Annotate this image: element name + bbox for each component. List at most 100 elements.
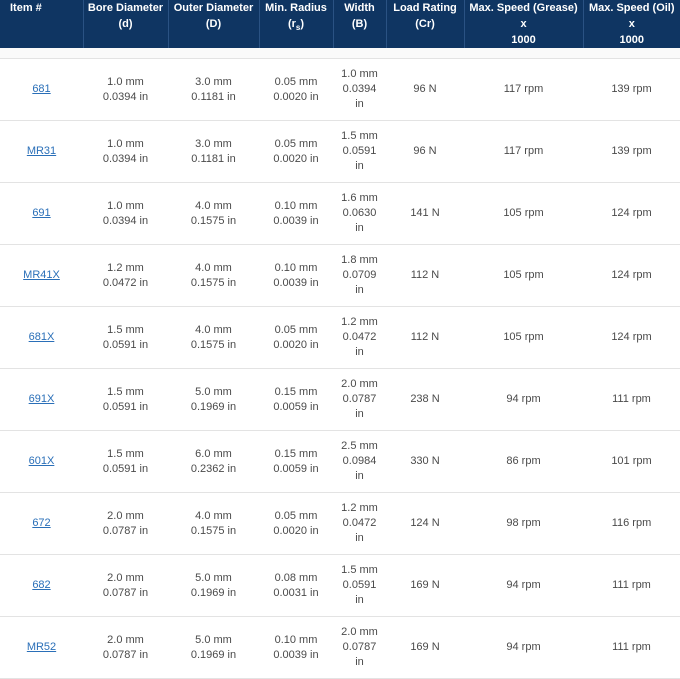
cell-max-speed-oil: 116 rpm [583, 492, 680, 555]
width-mm: 2.0 mm [341, 378, 378, 390]
oil-speed: 116 rpm [611, 517, 652, 529]
header-max-speed-oil[interactable]: Max. Speed (Oil) x 1000 [583, 0, 680, 48]
header-load-label: Load Rating [393, 2, 457, 14]
load-value: 96 N [413, 145, 437, 157]
cell-outer-diameter: 3.0 mm 0.1181 in [168, 120, 259, 183]
cell-item: 682 [0, 554, 83, 617]
outer-mm: 4.0 mm [195, 199, 232, 212]
load-value: 238 N [410, 393, 440, 405]
load-value: 330 N [410, 455, 440, 467]
item-link[interactable]: 601X [29, 455, 55, 467]
load-value: 112 N [410, 269, 440, 281]
item-link[interactable]: 691X [29, 393, 55, 405]
bore-mm: 1.0 mm [107, 137, 144, 150]
cell-width: 2.0 mm 0.0787 in [333, 368, 386, 431]
cell-min-radius: 0.10 mm 0.0039 in [259, 182, 333, 245]
width-mm: 1.2 mm [341, 316, 378, 328]
header-bore-diameter[interactable]: Bore Diameter (d) [83, 0, 169, 48]
cell-width: 1.6 mm 0.0630 in [333, 182, 386, 245]
cell-width: 1.0 mm 0.0394 in [333, 58, 386, 121]
width-in: 0.0630 [342, 207, 377, 219]
cell-item: 691X [0, 368, 83, 431]
radius-in: 0.0039 in [273, 214, 319, 227]
cell-max-speed-grease: 94 rpm [464, 554, 583, 617]
header-radius-label: Min. Radius [265, 2, 327, 14]
radius-in: 0.0039 in [273, 276, 319, 289]
cell-max-speed-grease: 94 rpm [464, 368, 583, 431]
header-max-speed-grease[interactable]: Max. Speed (Grease) x 1000 [464, 0, 584, 48]
outer-in: 0.1181 in [191, 90, 236, 103]
outer-mm: 4.0 mm [195, 509, 232, 522]
load-value: 112 N [410, 331, 440, 343]
grease-speed: 94 rpm [506, 641, 541, 653]
table-row: 601X 1.5 mm 0.0591 in 6.0 mm 0.2362 in 0.15 m… [0, 430, 680, 493]
radius-mm: 0.05 mm [274, 137, 318, 150]
cell-min-radius: 0.15 mm 0.0059 in [259, 430, 333, 493]
width-in: 0.0472 [342, 517, 377, 529]
width-in: 0.0984 [342, 455, 377, 467]
bore-mm: 1.5 mm [107, 447, 144, 460]
cell-max-speed-oil: 111 rpm [583, 368, 680, 431]
item-link[interactable]: MR31 [27, 145, 56, 157]
width-in: 0.0787 [342, 393, 377, 405]
cell-item: MR41X [0, 244, 83, 307]
radius-in: 0.0059 in [273, 400, 319, 413]
cell-width: 1.5 mm 0.0591 in [333, 554, 386, 617]
cell-outer-diameter: 4.0 mm 0.1575 in [168, 306, 259, 369]
radius-mm: 0.10 mm [274, 261, 318, 274]
bore-in: 0.0591 in [102, 400, 149, 413]
item-link[interactable]: MR41X [23, 269, 60, 281]
bore-in: 0.0591 in [102, 338, 149, 351]
bore-mm: 1.5 mm [107, 385, 144, 398]
header-min-radius[interactable]: Min. Radius (rs) [259, 0, 334, 48]
width-mm: 2.5 mm [341, 440, 378, 452]
header-width-label: Width (B) [344, 2, 375, 30]
cell-bore-diameter: 2.0 mm 0.0787 in [83, 616, 168, 679]
load-value: 141 N [410, 207, 440, 219]
cell-width: 1.2 mm 0.0472 in [333, 306, 386, 369]
item-link[interactable]: 681 [32, 83, 50, 95]
cell-load-rating: 169 N [386, 616, 464, 679]
bore-in: 0.0394 in [102, 90, 149, 103]
cell-load-rating: 238 N [386, 368, 464, 431]
cell-outer-diameter: 4.0 mm 0.1575 in [168, 182, 259, 245]
outer-in: 0.1575 in [190, 338, 237, 351]
header-bore-label: Bore Diameter [87, 2, 164, 14]
item-link[interactable]: 691 [32, 207, 50, 219]
oil-speed: 111 rpm [612, 579, 651, 591]
load-value: 96 N [413, 83, 437, 95]
cell-max-speed-grease: 117 rpm [464, 58, 583, 121]
outer-mm: 5.0 mm [195, 633, 232, 646]
grease-speed: 94 rpm [506, 579, 541, 591]
radius-in: 0.0059 in [273, 462, 319, 475]
outer-mm: 4.0 mm [195, 261, 232, 274]
cell-min-radius: 0.10 mm 0.0039 in [259, 616, 333, 679]
outer-mm: 6.0 mm [195, 447, 232, 460]
bore-in: 0.0591 in [102, 462, 149, 475]
item-link[interactable]: 672 [32, 517, 50, 529]
cell-width: 1.8 mm 0.0709 in [333, 244, 386, 307]
outer-in: 0.1575 in [190, 524, 237, 537]
width-in: 0.0709 [342, 269, 377, 281]
header-item[interactable]: Item # [0, 0, 84, 48]
oil-speed: 124 rpm [611, 207, 652, 219]
header-load-rating[interactable]: Load Rating (Cr) [386, 0, 465, 48]
item-link[interactable]: 681X [29, 331, 55, 343]
header-grease-label: Max. Speed (Grease) x [469, 2, 578, 30]
load-value: 169 N [410, 641, 440, 653]
cell-max-speed-grease: 117 rpm [464, 120, 583, 183]
item-link[interactable]: MR52 [27, 641, 56, 653]
width-in: 0.0787 [342, 641, 377, 653]
bore-mm: 2.0 mm [107, 571, 144, 584]
radius-mm: 0.10 mm [274, 633, 318, 646]
header-outer-diameter[interactable]: Outer Diameter (D) [168, 0, 260, 48]
cell-load-rating: 96 N [386, 58, 464, 121]
item-link[interactable]: 682 [32, 579, 50, 591]
radius-mm: 0.10 mm [274, 199, 318, 212]
oil-speed: 124 rpm [611, 269, 652, 281]
header-width[interactable]: Width (B) [333, 0, 387, 48]
cell-item: MR31 [0, 120, 83, 183]
cell-max-speed-grease: 86 rpm [464, 430, 583, 493]
radius-in: 0.0020 in [273, 90, 319, 103]
cell-bore-diameter: 1.0 mm 0.0394 in [83, 120, 168, 183]
